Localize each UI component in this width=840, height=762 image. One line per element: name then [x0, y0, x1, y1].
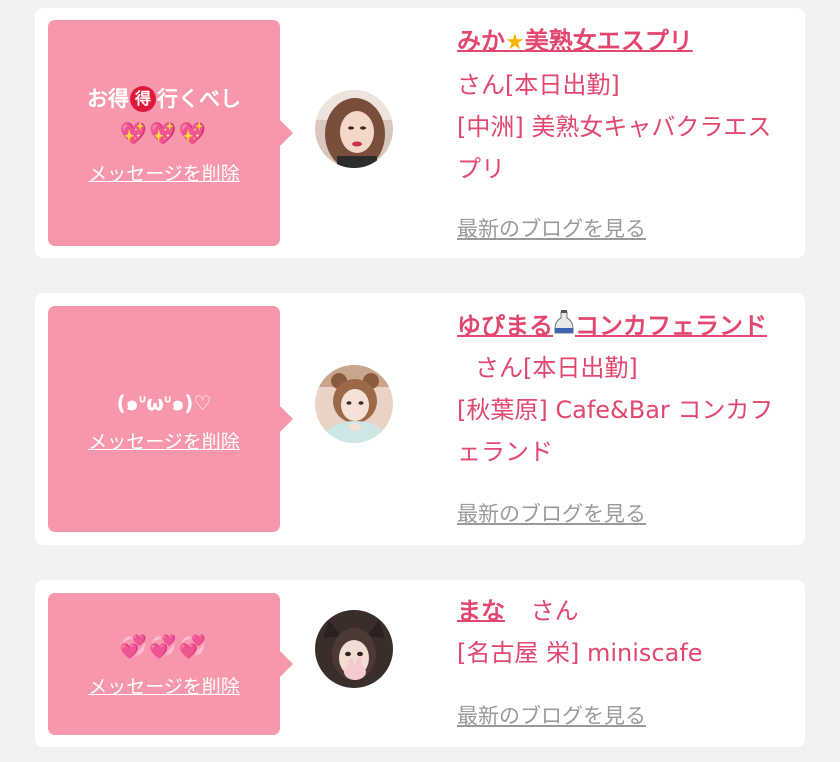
- message-card: お得得行くべし 💖💖💖 メッセージを削除 みか★美熟女エスプリ さん[本日出勤]…: [35, 8, 805, 258]
- message-text: (๑ᐡωᐡ๑)♡: [116, 390, 212, 415]
- sparkling-heart-icons: 💖💖💖: [119, 121, 209, 147]
- avatar[interactable]: [315, 365, 393, 443]
- message-bubble: お得得行くべし 💖💖💖 メッセージを削除: [48, 20, 293, 246]
- message-text-part: お得: [87, 86, 129, 111]
- cast-name[interactable]: ゆぴまる: [457, 312, 553, 340]
- star-icon: ★: [505, 30, 525, 55]
- cast-info: ゆぴまる コンカフェランド さん[本日出勤] [秋葉原] Cafe&Bar コンカ…: [457, 305, 787, 473]
- avatar[interactable]: [315, 90, 393, 168]
- message-bubble: (๑ᐡωᐡ๑)♡ メッセージを削除: [48, 306, 293, 532]
- cast-status: さん[本日出勤]: [457, 71, 620, 99]
- shop-name: [名古屋 栄] miniscafe: [457, 639, 703, 667]
- cast-name[interactable]: コンカフェランド: [575, 312, 767, 340]
- message-card: (๑ᐡωᐡ๑)♡ メッセージを削除 ゆぴまる コンカフェランド さん[本日出勤] …: [35, 293, 805, 545]
- cast-status: さん: [530, 597, 579, 625]
- latest-blog-link[interactable]: 最新のブログを見る: [457, 700, 646, 730]
- cast-name[interactable]: みか: [457, 27, 505, 55]
- sake-icon: [554, 310, 574, 334]
- message-text-part: 行くべし: [157, 86, 241, 111]
- cast-info: まな さん [名古屋 栄] miniscafe: [457, 590, 787, 674]
- cast-name-link[interactable]: みか★美熟女エスプリ: [457, 27, 693, 55]
- cast-name-link[interactable]: まな: [457, 597, 505, 625]
- delete-message-link[interactable]: メッセージを削除: [88, 159, 240, 186]
- delete-message-link[interactable]: メッセージを削除: [88, 427, 240, 454]
- latest-blog-link[interactable]: 最新のブログを見る: [457, 213, 646, 243]
- latest-blog-link[interactable]: 最新のブログを見る: [457, 498, 646, 528]
- delete-message-link[interactable]: メッセージを削除: [88, 672, 240, 699]
- avatar[interactable]: [315, 610, 393, 688]
- message-bubble: 💞💞💞 メッセージを削除: [48, 593, 293, 735]
- cast-status: さん[本日出勤]: [475, 354, 638, 382]
- two-hearts-icons: 💞💞💞: [119, 634, 209, 660]
- cast-info: みか★美熟女エスプリ さん[本日出勤] [中洲] 美熟女キャバクラエスプリ: [457, 20, 787, 190]
- shop-name: [秋葉原] Cafe&Bar コンカフェランド: [457, 396, 774, 466]
- cast-name[interactable]: 美熟女エスプリ: [525, 27, 693, 55]
- shop-name: [中洲] 美熟女キャバクラエスプリ: [457, 113, 772, 183]
- message-text: お得得行くべし: [87, 81, 241, 117]
- cast-name-link[interactable]: ゆぴまる コンカフェランド: [457, 310, 767, 340]
- toku-badge-icon: 得: [130, 85, 156, 112]
- message-card: 💞💞💞 メッセージを削除 まな さん [名古屋 栄] miniscafe 最新の…: [35, 580, 805, 747]
